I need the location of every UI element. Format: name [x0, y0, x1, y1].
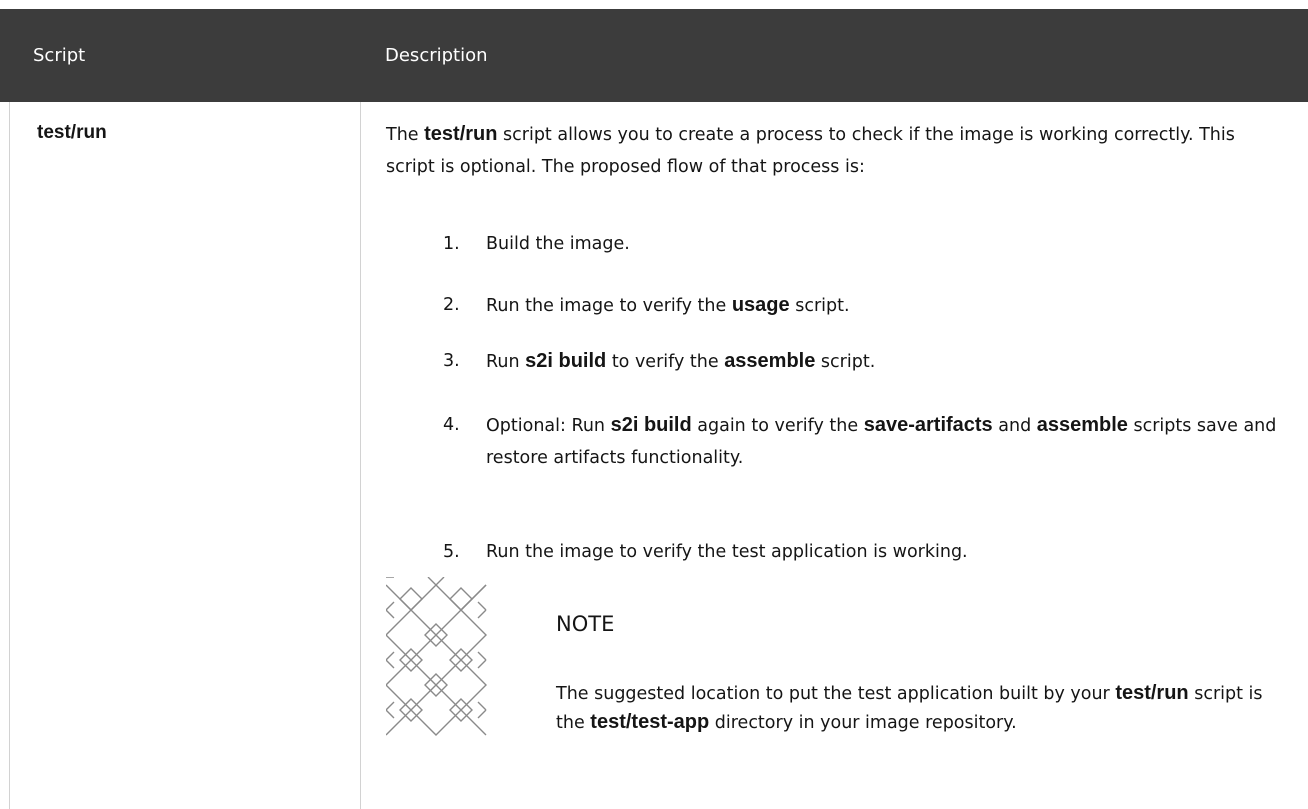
intro-pre: The: [386, 125, 425, 145]
inline-code: s2i build: [610, 414, 692, 436]
inline-code: usage: [731, 294, 790, 316]
step-text-part: to verify the: [606, 352, 725, 372]
step-text: Run the image to verify the test applica…: [486, 536, 1296, 568]
table-left-border: [9, 102, 10, 809]
table-header: Script Description: [0, 9, 1308, 102]
step-number: 4.: [443, 415, 460, 435]
step-text-part: Build the image.: [486, 234, 630, 254]
step-text: Run s2i build to verify the assemble scr…: [486, 345, 1296, 378]
header-script: Script: [33, 45, 86, 66]
inline-code: save-artifacts: [863, 414, 993, 436]
note-title: NOTE: [556, 612, 615, 636]
step-text-part: and: [992, 416, 1037, 436]
step-text-part: script.: [789, 296, 850, 316]
step-number: 3.: [443, 351, 460, 371]
column-divider: [360, 102, 361, 809]
description-intro: The test/run script allows you to create…: [386, 118, 1286, 183]
step-text-part: Run the image to verify the test applica…: [486, 542, 968, 562]
inline-code: assemble: [724, 350, 816, 372]
step-text-part: again to verify the: [691, 416, 864, 436]
step-number: 1.: [443, 234, 460, 254]
step-text-part: Run: [486, 352, 526, 372]
header-description: Description: [385, 45, 488, 66]
inline-code: assemble: [1036, 414, 1128, 436]
step-number: 5.: [443, 542, 460, 562]
inline-code: s2i build: [525, 350, 607, 372]
step-number: 2.: [443, 295, 460, 315]
step-text-part: script.: [815, 352, 876, 372]
step-text: Run the image to verify the usage script…: [486, 289, 1296, 322]
step-text: Build the image.: [486, 228, 1296, 260]
step-text-part: Optional: Run: [486, 416, 611, 436]
note-text-part: The suggested location to put the test a…: [556, 684, 1116, 704]
intro-paragraph: The test/run script allows you to create…: [386, 118, 1286, 183]
inline-code: test/run: [1115, 682, 1189, 704]
note-pattern-icon: [386, 577, 487, 736]
note-text-part: directory in your image repository.: [709, 713, 1017, 733]
step-text: Optional: Run s2i build again to verify …: [486, 409, 1296, 474]
script-name: test/run: [37, 122, 107, 143]
intro-post: script allows you to create a process to…: [386, 125, 1235, 177]
step-text-part: Run the image to verify the: [486, 296, 732, 316]
note-body: The suggested location to put the test a…: [556, 679, 1286, 737]
intro-code: test/run: [424, 123, 498, 145]
inline-code: test/test-app: [590, 711, 710, 733]
